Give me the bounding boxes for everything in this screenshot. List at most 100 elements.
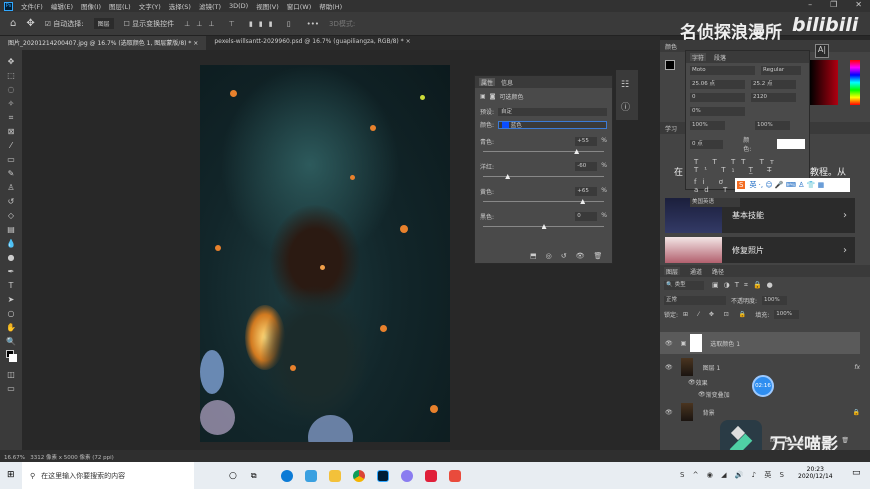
slider-value-field[interactable]: -60 [575, 162, 598, 171]
cortana-icon[interactable]: ○ [229, 471, 237, 481]
menu-edit[interactable]: 编辑(E) [51, 1, 73, 11]
photoshop-taskbar-icon[interactable] [376, 469, 389, 482]
eye-icon[interactable]: 👁 [688, 379, 696, 386]
fx-icon[interactable]: fx [854, 364, 860, 371]
lock-icons[interactable]: ⊞ ⁄ ✥ ⊡ 🔒 [683, 311, 750, 318]
minimize-icon[interactable]: – [808, 0, 812, 9]
layer-selective-color[interactable]: 👁 ▣ 选取颜色 1 [660, 332, 860, 354]
hue-slider[interactable] [850, 60, 860, 105]
reset-icon[interactable]: ↺ [561, 252, 567, 260]
menu-file[interactable]: 文件(F) [21, 1, 43, 11]
learn-card-repair-photos[interactable]: 修复照片 › [665, 237, 855, 263]
gradient-tool-icon[interactable]: ▤ [5, 224, 17, 235]
eye-icon[interactable]: 👁 [665, 409, 673, 416]
menu-layer[interactable]: 图层(L) [109, 1, 131, 11]
tab-character[interactable]: 字符 [690, 53, 707, 62]
eraser-icon[interactable]: ◇ [5, 210, 17, 221]
file-explorer-icon[interactable] [328, 469, 341, 482]
zoom-tool-icon[interactable]: 🔍 [5, 336, 17, 347]
clip-layer-icon[interactable]: ⬒ [530, 252, 537, 260]
shape-tool-icon[interactable]: ○ [5, 308, 17, 319]
brush-tool-icon[interactable]: ✎ [5, 168, 17, 179]
pen-tool-icon[interactable]: ✒ [5, 266, 17, 277]
menu-window[interactable]: 窗口(W) [287, 1, 312, 11]
tab-info[interactable]: 信息 [501, 78, 513, 87]
filter-icons[interactable]: ▣◑T⌗🔒● [712, 281, 778, 290]
document-canvas[interactable] [200, 65, 450, 442]
leading-field[interactable]: 25.2 点 [751, 80, 796, 89]
menu-view[interactable]: 视图(V) [256, 1, 279, 11]
home-icon[interactable]: ⌂ [10, 18, 16, 29]
slider-value-field[interactable]: 0 [575, 212, 598, 221]
slider-track[interactable] [483, 173, 604, 181]
tab-channels[interactable]: 通道 [690, 267, 702, 276]
eye-icon[interactable]: 👁 [698, 391, 706, 398]
color-dropdown[interactable]: 蓝色 [498, 120, 607, 129]
healing-brush-icon[interactable]: ▭ [5, 154, 17, 165]
menu-filter[interactable]: 滤镜(T) [199, 1, 221, 11]
font-family-dropdown[interactable]: Moto [690, 66, 755, 75]
vertical-scale-field[interactable]: 100% [690, 121, 725, 130]
dodge-tool-icon[interactable]: ● [5, 252, 17, 263]
task-view-icon[interactable]: ⧉ [251, 471, 257, 481]
tsume-field[interactable]: 0% [690, 107, 745, 116]
slider-value-field[interactable]: +55 [575, 137, 598, 146]
move-tool-icon[interactable]: ✥ [26, 18, 34, 29]
hand-tool-icon[interactable]: ✋ [5, 322, 17, 333]
menu-type[interactable]: 文字(Y) [139, 1, 161, 11]
properties-panel-icon[interactable]: ☷ [621, 80, 633, 90]
quick-mask-icon[interactable]: ◫ [5, 369, 17, 380]
tracking-field[interactable]: 2120 [751, 93, 796, 102]
tab-document-2[interactable]: pexels-willsantt-2029960.psd @ 16.7% (gu… [206, 36, 418, 50]
layer-background[interactable]: 👁 背景 🔒 [660, 401, 860, 423]
slider-track[interactable] [483, 198, 604, 206]
close-icon[interactable]: ✕ [855, 0, 862, 9]
taskbar-search[interactable]: ⚲ 在这里输入你要搜索的内容 [22, 462, 194, 489]
eye-icon[interactable]: 👁 [665, 364, 673, 371]
frame-tool-icon[interactable]: ⊠ [5, 126, 17, 137]
slider-track[interactable] [483, 148, 604, 156]
mask-icon[interactable]: ◙ [490, 93, 496, 100]
windows-start-icon[interactable]: ⊞ [7, 470, 15, 480]
app-icon[interactable] [400, 469, 413, 482]
blur-tool-icon[interactable]: 💧 [5, 238, 17, 249]
show-transform-checkbox[interactable]: ☐ 显示变换控件 [124, 19, 175, 29]
blend-mode-dropdown[interactable]: 正常 [664, 296, 726, 305]
lasso-tool-icon[interactable]: ◌ [5, 84, 17, 95]
menu-help[interactable]: 帮助(H) [319, 1, 342, 11]
baseline-shift-field[interactable]: 0 点 [690, 139, 724, 149]
chrome-icon[interactable] [352, 469, 365, 482]
move-tool-icon[interactable]: ✥ [5, 56, 17, 67]
foreground-color[interactable] [665, 60, 675, 70]
slider-value-field[interactable]: +65 [575, 187, 598, 196]
app-icon[interactable] [448, 469, 461, 482]
language-dropdown[interactable]: 美国英语 [690, 198, 740, 207]
tab-properties[interactable]: 属性 [479, 78, 496, 87]
color-swatches[interactable] [5, 350, 17, 366]
text-color-swatch[interactable] [776, 139, 805, 149]
auto-select-dropdown[interactable]: 图层 [93, 18, 114, 29]
tab-document-1[interactable]: 图片_20201214200407.jpg @ 16.7% (选取颜色 1, 图… [0, 36, 207, 50]
view-previous-icon[interactable]: ◎ [546, 252, 552, 260]
character-panel-icon[interactable]: A| [815, 44, 829, 58]
layer-filter-dropdown[interactable]: 🔍 类型 [664, 281, 704, 290]
slider-track[interactable] [483, 223, 604, 231]
path-select-icon[interactable]: ➤ [5, 294, 17, 305]
zoom-level[interactable]: 16.67% [4, 455, 25, 461]
clock[interactable]: 20:23 2020/12/14 [798, 466, 833, 480]
font-style-dropdown[interactable]: Regular [761, 66, 801, 75]
ime-toolbar[interactable]: S英 ·, ☺ 🎤 ⌨ ♙ 👕 ▦ [735, 178, 850, 192]
type-tool-icon[interactable]: T [5, 280, 17, 291]
eye-icon[interactable]: 👁 [665, 340, 673, 347]
history-brush-icon[interactable]: ↺ [5, 196, 17, 207]
marquee-tool-icon[interactable]: ⬚ [5, 70, 17, 81]
crop-tool-icon[interactable]: ⌗ [5, 112, 17, 123]
font-size-field[interactable]: 25.06 点 [690, 80, 745, 89]
netease-music-icon[interactable] [424, 469, 437, 482]
app-icon[interactable] [304, 469, 317, 482]
info-icon[interactable]: ⓘ [621, 100, 633, 113]
align-icons[interactable]: ⊥⊥⊥ ⊤ ▮▮▮ ▯ [184, 20, 296, 28]
system-tray[interactable]: S ^ ◉ ◢ 🔊 ♪ 英 S [680, 470, 787, 480]
type-style-buttons[interactable]: T T TT Tт T¹ T₁ T̲ T̶ [686, 155, 809, 177]
fill-field[interactable]: 100% [774, 310, 800, 319]
